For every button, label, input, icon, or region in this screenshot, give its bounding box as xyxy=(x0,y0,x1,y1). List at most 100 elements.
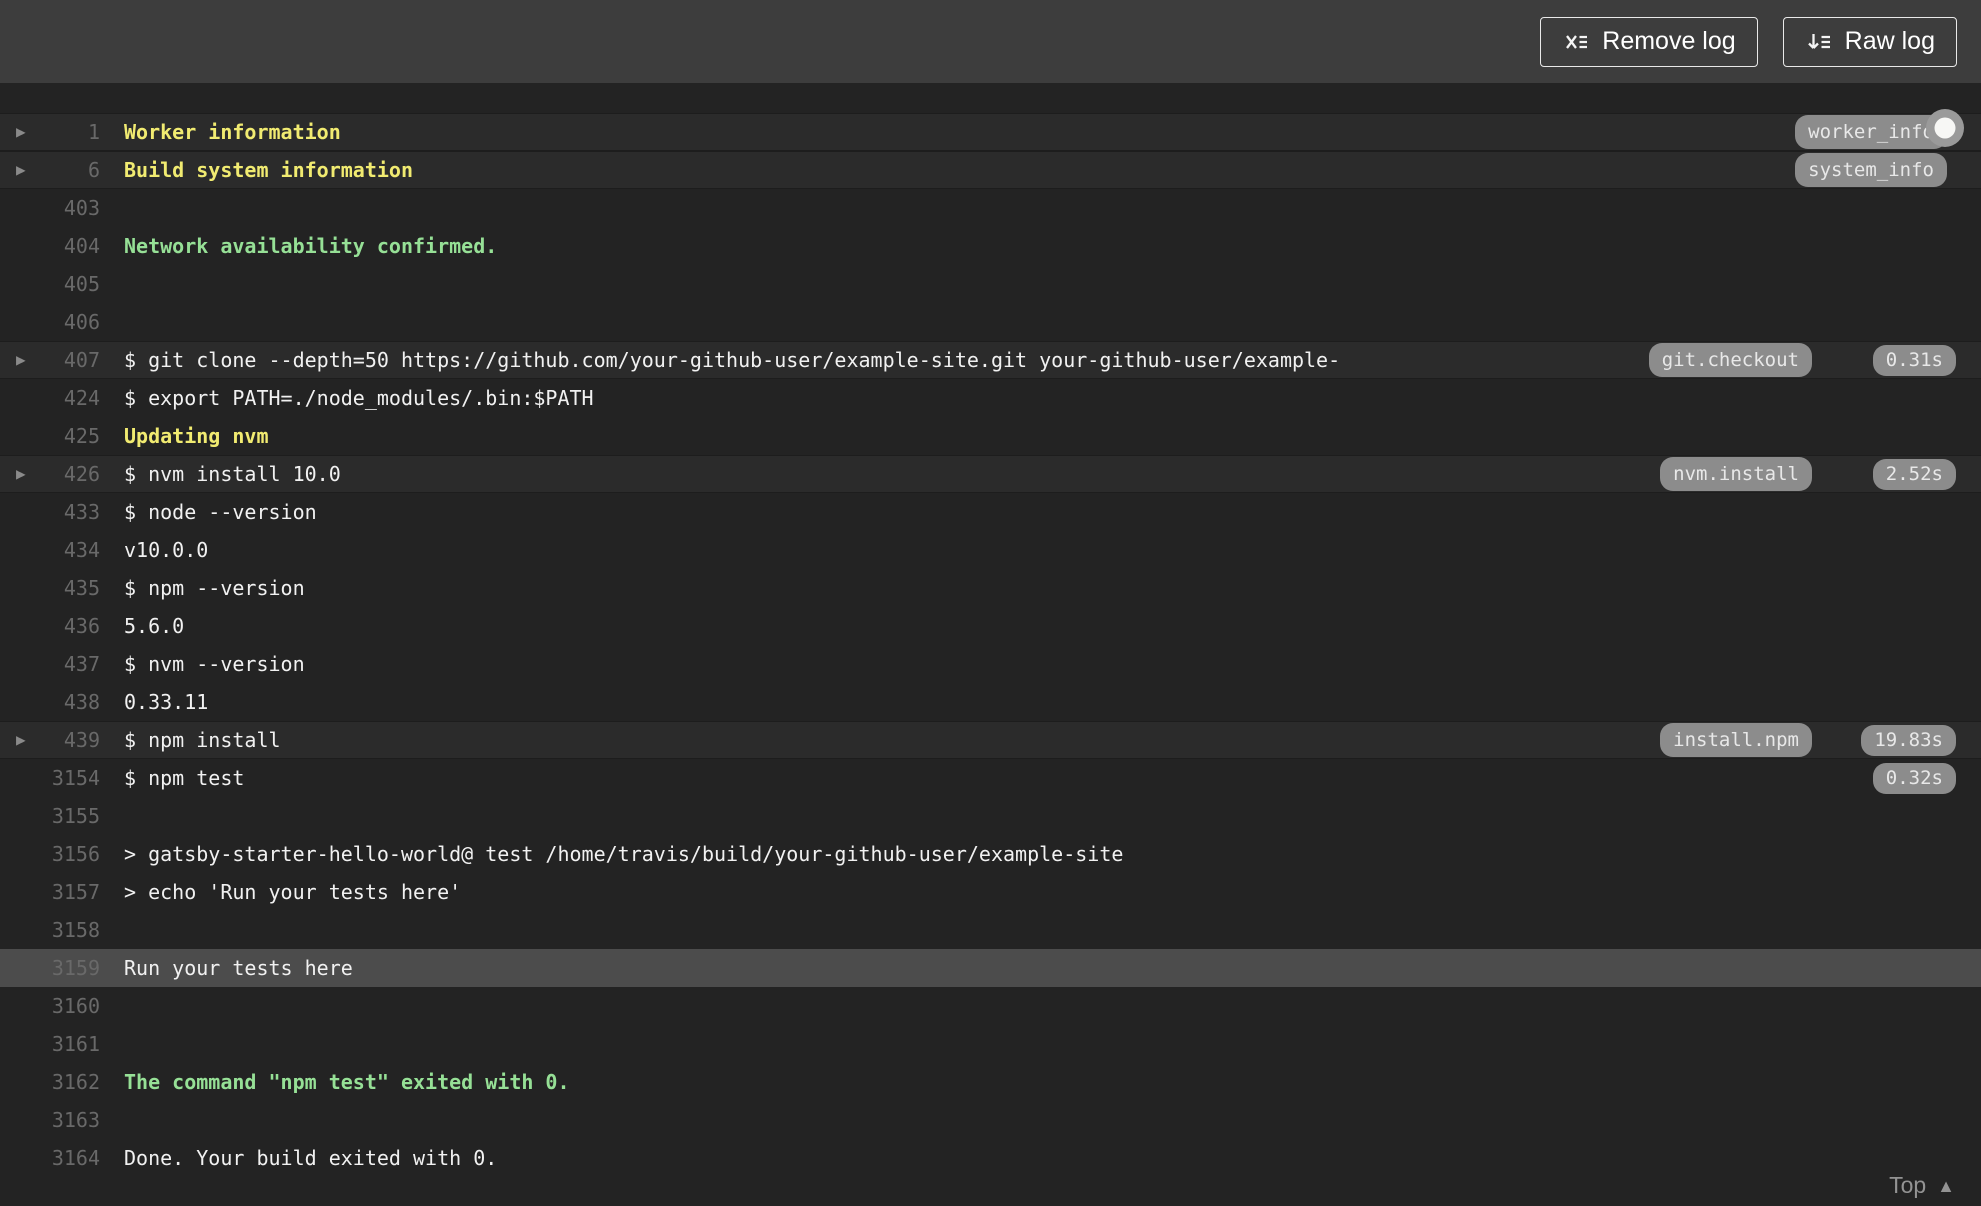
top-link[interactable]: Top ▲ xyxy=(1889,1172,1955,1199)
log-line: 435 $ npm --version xyxy=(0,569,1981,607)
fold-name-badge: git.checkout xyxy=(1648,342,1812,377)
line-number[interactable]: 3164 xyxy=(0,1146,100,1170)
line-number[interactable]: 437 xyxy=(0,652,100,676)
line-number[interactable]: 3163 xyxy=(0,1108,100,1132)
line-number[interactable]: 426 xyxy=(0,462,100,486)
line-number[interactable]: 433 xyxy=(0,500,100,524)
log-line: 436 5.6.0 xyxy=(0,607,1981,645)
log-line: 3156 > gatsby-starter-hello-world@ test /… xyxy=(0,835,1981,873)
duration-badge: 0.32s xyxy=(1872,762,1956,794)
scroll-indicator[interactable] xyxy=(1926,109,1964,147)
fold-toggle-icon[interactable]: ▶ xyxy=(16,466,26,482)
log-line[interactable]: ▶ 426 $ nvm install 10.0 nvm.install 2.52s xyxy=(0,455,1981,493)
top-link-label: Top xyxy=(1889,1172,1927,1198)
log-line: 3164 Done. Your build exited with 0. xyxy=(0,1139,1981,1177)
line-number[interactable]: 406 xyxy=(0,310,100,334)
line-number[interactable]: 438 xyxy=(0,690,100,714)
line-number[interactable]: 3162 xyxy=(0,1070,100,1094)
log-line: 403 xyxy=(0,189,1981,227)
log-line: 406 xyxy=(0,303,1981,341)
raw-log-label: Raw log xyxy=(1844,27,1935,55)
fold-name-badge: nvm.install xyxy=(1660,456,1812,491)
line-number[interactable]: 3154 xyxy=(0,766,100,790)
log-line: 3159 Run your tests here xyxy=(0,949,1981,987)
log-text: 5.6.0 xyxy=(124,614,185,638)
log-text: $ npm install xyxy=(124,728,281,752)
log-text: $ nvm install 10.0 xyxy=(124,462,341,486)
line-number[interactable]: 3157 xyxy=(0,880,100,904)
line-number[interactable]: 425 xyxy=(0,424,100,448)
log-line: 3160 xyxy=(0,987,1981,1025)
log-text: Network availability confirmed. xyxy=(124,234,498,258)
line-number[interactable]: 3156 xyxy=(0,842,100,866)
fold-name-badge: system_info xyxy=(1795,152,1947,187)
line-number[interactable]: 3161 xyxy=(0,1032,100,1056)
toolbar: Remove log Raw log xyxy=(0,0,1981,83)
log-line: 3161 xyxy=(0,1025,1981,1063)
fold-toggle-icon[interactable]: ▶ xyxy=(16,162,26,178)
log-text: $ export PATH=./node_modules/.bin:$PATH xyxy=(124,386,594,410)
remove-log-button[interactable]: Remove log xyxy=(1540,16,1758,67)
remove-log-icon xyxy=(1562,28,1589,55)
line-number[interactable]: 6 xyxy=(0,158,100,182)
log-text: $ node --version xyxy=(124,500,317,524)
log-line: 3154 $ npm test 0.32s xyxy=(0,759,1981,797)
line-number[interactable]: 404 xyxy=(0,234,100,258)
raw-log-button[interactable]: Raw log xyxy=(1782,16,1957,67)
line-number[interactable]: 405 xyxy=(0,272,100,296)
line-number[interactable]: 3160 xyxy=(0,994,100,1018)
line-number[interactable]: 3159 xyxy=(0,956,100,980)
log-line: 425 Updating nvm xyxy=(0,417,1981,455)
line-number[interactable]: 436 xyxy=(0,614,100,638)
log-line[interactable]: ▶ 407 $ git clone --depth=50 https://githu… xyxy=(0,341,1981,379)
log-text: $ npm --version xyxy=(124,576,305,600)
log-text: $ nvm --version xyxy=(124,652,305,676)
fold-toggle-icon[interactable]: ▶ xyxy=(16,124,26,140)
fold-name-badge: install.npm xyxy=(1660,722,1812,757)
log-text: Done. Your build exited with 0. xyxy=(124,1146,498,1170)
duration-badge: 2.52s xyxy=(1872,458,1956,490)
log-text: The command "npm test" exited with 0. xyxy=(124,1070,570,1094)
log-line: 438 0.33.11 xyxy=(0,683,1981,721)
log-line: 3163 xyxy=(0,1101,1981,1139)
remove-log-label: Remove log xyxy=(1602,27,1736,55)
log-text: > gatsby-starter-hello-world@ test /home… xyxy=(124,842,1124,866)
log-line: 433 $ node --version xyxy=(0,493,1981,531)
line-number[interactable]: 439 xyxy=(0,728,100,752)
log-line: 3162 The command "npm test" exited with 0… xyxy=(0,1063,1981,1101)
line-number[interactable]: 1 xyxy=(0,120,100,144)
log-line: 3157 > echo 'Run your tests here' xyxy=(0,873,1981,911)
fold-toggle-icon[interactable]: ▶ xyxy=(16,352,26,368)
log-line: 434 v10.0.0 xyxy=(0,531,1981,569)
line-number[interactable]: 403 xyxy=(0,196,100,220)
raw-log-icon xyxy=(1805,28,1832,55)
log-line: 3158 xyxy=(0,911,1981,949)
duration-badge: 19.83s xyxy=(1861,724,1956,756)
line-number[interactable]: 3155 xyxy=(0,804,100,828)
log-text: Updating nvm xyxy=(124,424,269,448)
line-number[interactable]: 434 xyxy=(0,538,100,562)
line-number[interactable]: 3158 xyxy=(0,918,100,942)
fold-name-badge: worker_info xyxy=(1795,114,1947,149)
fold-toggle-icon[interactable]: ▶ xyxy=(16,732,26,748)
line-number[interactable]: 407 xyxy=(0,348,100,372)
log-text: > echo 'Run your tests here' xyxy=(124,880,462,904)
duration-badge: 0.31s xyxy=(1872,344,1956,376)
log-line: 404 Network availability confirmed. xyxy=(0,227,1981,265)
log-text: $ npm test xyxy=(124,766,245,790)
log-view: ▶ 1 Worker information worker_info ▶ 6 Build s… xyxy=(0,83,1981,1177)
log-text: $ git clone --depth=50 https://github.co… xyxy=(124,348,1341,372)
log-text: Run your tests here xyxy=(124,956,353,980)
scroll-indicator-thumb xyxy=(1934,117,1956,139)
log-line: 3155 xyxy=(0,797,1981,835)
line-number[interactable]: 424 xyxy=(0,386,100,410)
scroll-to-top-icon: ▲ xyxy=(1937,1175,1955,1196)
log-line: 405 xyxy=(0,265,1981,303)
log-line[interactable]: ▶ 439 $ npm install install.npm 19.83s xyxy=(0,721,1981,759)
log-text: Worker information xyxy=(124,120,341,144)
log-line[interactable]: ▶ 1 Worker information worker_info xyxy=(0,113,1981,151)
line-number[interactable]: 435 xyxy=(0,576,100,600)
log-line: 424 $ export PATH=./node_modules/.bin:$PA… xyxy=(0,379,1981,417)
log-line[interactable]: ▶ 6 Build system information system_info xyxy=(0,151,1981,189)
log-text: Build system information xyxy=(124,158,413,182)
